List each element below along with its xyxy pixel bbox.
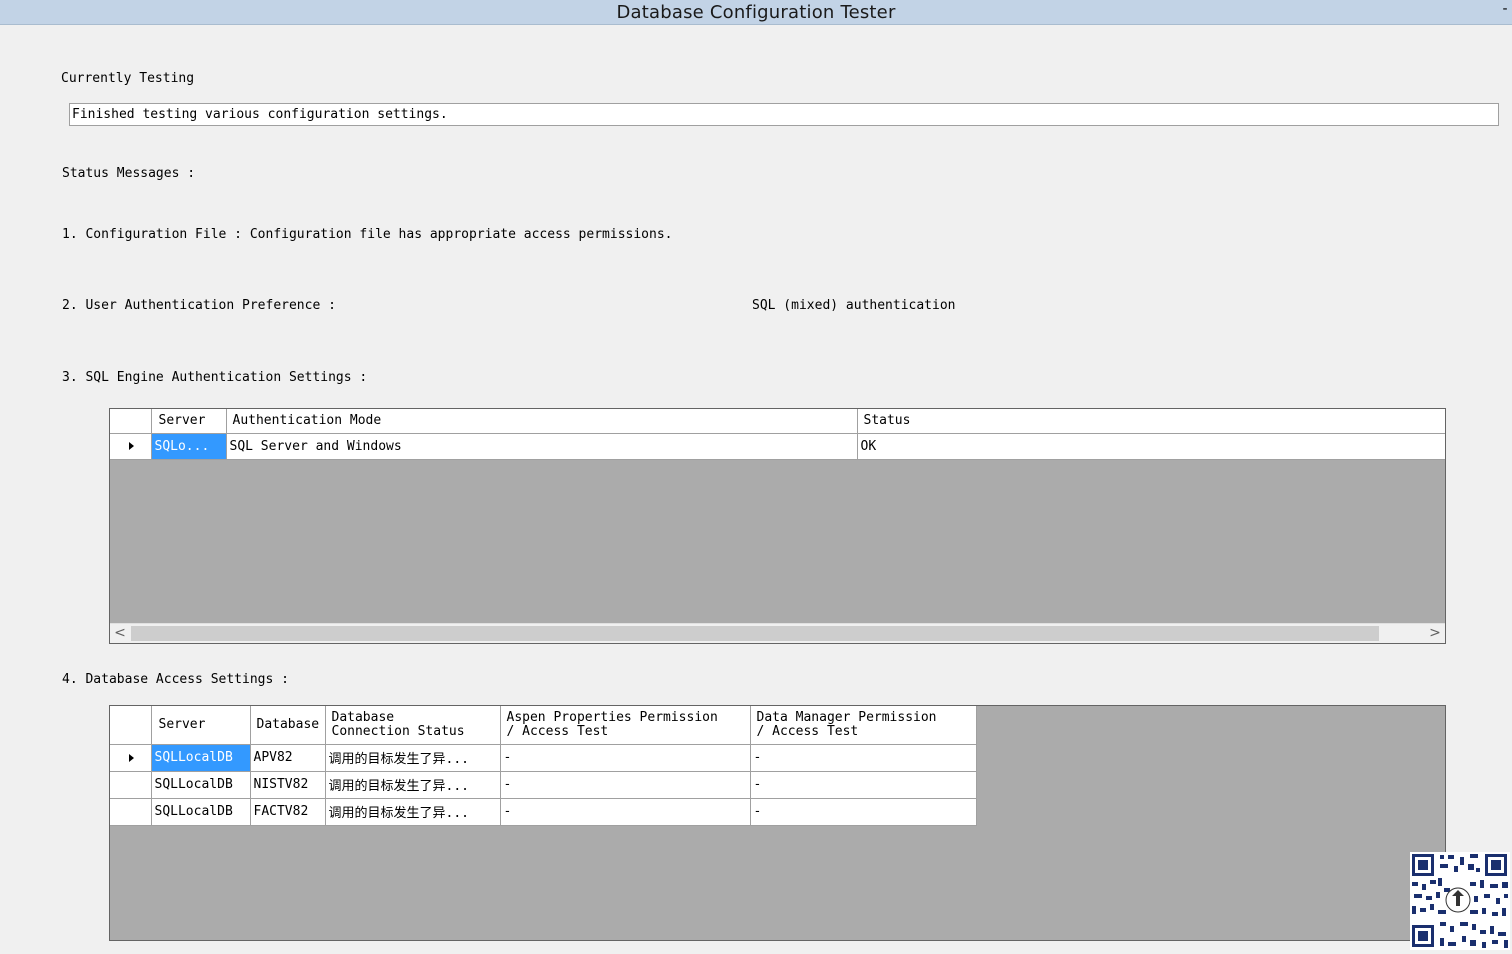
column-header-status[interactable]: Status: [857, 409, 1445, 434]
column-header-auth-mode[interactable]: Authentication Mode: [226, 409, 858, 434]
row-header[interactable]: [110, 744, 152, 772]
cell-status[interactable]: OK: [857, 433, 1445, 460]
status-messages-label: Status Messages :: [62, 166, 196, 181]
auth-preference-label: 2. User Authentication Preference :: [62, 298, 336, 313]
minimize-button[interactable]: -: [1498, 0, 1512, 24]
config-file-message: 1. Configuration File : Configuration fi…: [62, 227, 673, 242]
scroll-left-icon[interactable]: <: [110, 624, 130, 643]
column-header-server[interactable]: Server: [151, 409, 227, 434]
cell-data-manager-permission[interactable]: -: [750, 771, 977, 799]
cell-aspen-permission[interactable]: -: [500, 798, 751, 826]
table-row[interactable]: SQLLocalDB FACTV82 调用的目标发生了异... - -: [110, 798, 977, 826]
grid-corner-header: [110, 706, 152, 745]
cell-database[interactable]: APV82: [250, 744, 326, 772]
cell-connection-status[interactable]: 调用的目标发生了异...: [325, 771, 501, 799]
scrollbar-thumb[interactable]: [131, 626, 1379, 641]
cell-server[interactable]: SQLLocalDB: [151, 744, 251, 772]
row-header[interactable]: [110, 433, 152, 460]
sql-engine-grid[interactable]: Server Authentication Mode Status SQLo..…: [109, 408, 1446, 644]
scroll-right-icon[interactable]: >: [1425, 624, 1445, 643]
cell-database[interactable]: NISTV82: [250, 771, 326, 799]
column-header-connection-status[interactable]: Database Connection Status: [325, 706, 501, 745]
table-row[interactable]: SQLLocalDB NISTV82 调用的目标发生了异... - -: [110, 771, 977, 799]
current-row-arrow-icon: [128, 442, 134, 450]
currently-testing-field[interactable]: Finished testing various configuration s…: [69, 103, 1499, 126]
table-row[interactable]: SQLo... SQL Server and Windows OK: [110, 433, 1445, 460]
cell-data-manager-permission[interactable]: -: [750, 798, 977, 826]
title-bar: Database Configuration Tester -: [0, 0, 1512, 25]
db-access-settings-label: 4. Database Access Settings :: [62, 672, 289, 687]
cell-aspen-permission[interactable]: -: [500, 771, 751, 799]
grid-corner-header: [110, 409, 152, 434]
auth-preference-value: SQL (mixed) authentication: [752, 298, 956, 313]
cell-connection-status[interactable]: 调用的目标发生了异...: [325, 798, 501, 826]
cell-server[interactable]: SQLo...: [151, 433, 227, 460]
cell-data-manager-permission[interactable]: -: [750, 744, 977, 772]
row-header[interactable]: [110, 798, 152, 826]
cell-auth-mode[interactable]: SQL Server and Windows: [226, 433, 858, 460]
row-header[interactable]: [110, 771, 152, 799]
current-row-arrow-icon: [128, 753, 134, 762]
sql-engine-settings-label: 3. SQL Engine Authentication Settings :: [62, 370, 368, 385]
column-header-server[interactable]: Server: [151, 706, 251, 745]
cell-database[interactable]: FACTV82: [250, 798, 326, 826]
column-header-aspen-permission[interactable]: Aspen Properties Permission / Access Tes…: [500, 706, 751, 745]
window-title: Database Configuration Tester: [616, 1, 896, 23]
cell-connection-status[interactable]: 调用的目标发生了异...: [325, 744, 501, 772]
currently-testing-label: Currently Testing: [61, 71, 195, 86]
column-header-data-manager-permission[interactable]: Data Manager Permission / Access Test: [750, 706, 977, 745]
qr-code-image: [1410, 852, 1510, 950]
table-row[interactable]: SQLLocalDB APV82 调用的目标发生了异... - -: [110, 744, 977, 772]
db-access-grid[interactable]: Server Database Database Connection Stat…: [109, 705, 1446, 941]
cell-server[interactable]: SQLLocalDB: [151, 771, 251, 799]
cell-aspen-permission[interactable]: -: [500, 744, 751, 772]
column-header-database[interactable]: Database: [250, 706, 326, 745]
cell-server[interactable]: SQLLocalDB: [151, 798, 251, 826]
horizontal-scrollbar[interactable]: < >: [110, 623, 1445, 643]
